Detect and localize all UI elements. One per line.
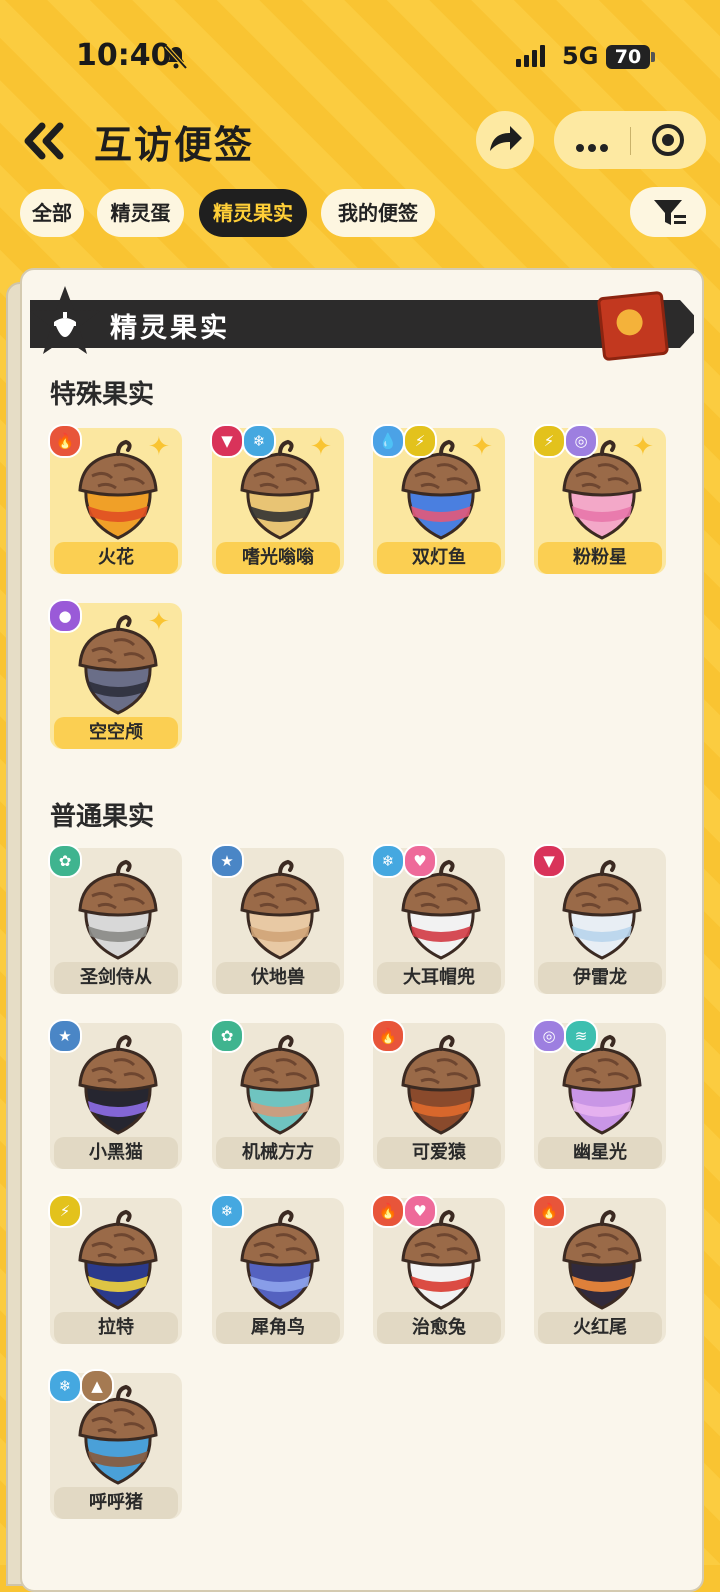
fruit-name: 可爱猿 <box>377 1137 501 1169</box>
fruit-tile[interactable]: ⚡ 拉特 <box>48 1194 182 1344</box>
acorn-icon <box>562 859 642 960</box>
fruit-name: 空空颅 <box>54 717 178 749</box>
fruit-tile[interactable]: ✦ ▼ ❄ 嗜光嗡嗡 <box>210 424 344 574</box>
earth-element-icon: ▲ <box>80 1369 114 1403</box>
electric-element-icon: ⚡ <box>532 424 566 458</box>
close-target-icon[interactable] <box>652 124 684 156</box>
fruit-name: 小黑猫 <box>54 1137 178 1169</box>
fruit-name: 圣剑侍从 <box>54 962 178 994</box>
fruit-name: 机械方方 <box>216 1137 340 1169</box>
fruit-tile[interactable]: ✿ 圣剑侍从 <box>48 844 182 994</box>
acorn-star-badge-icon <box>30 286 100 354</box>
fruit-tile[interactable]: ✦ ⚡ ◎ 粉粉星 <box>532 424 666 574</box>
status-time: 10:40 <box>76 38 172 73</box>
fruit-tile[interactable]: ◎ ≋ 幽星光 <box>532 1019 666 1169</box>
fruit-name: 幽星光 <box>538 1137 662 1169</box>
fruit-tile[interactable]: ✦ 💧 ⚡ 双灯鱼 <box>371 424 505 574</box>
normal-element-icon: ★ <box>48 1019 82 1053</box>
special-section-title: 特殊果实 <box>50 380 155 410</box>
mascot-stamp-icon <box>596 290 670 362</box>
fruit-name: 呼呼猪 <box>54 1487 178 1519</box>
fruit-tile[interactable]: ❄ 犀角鸟 <box>210 1194 344 1344</box>
ice-element-icon: ❄ <box>210 1194 244 1228</box>
fruit-tile[interactable]: 🔥 ♥ 治愈兔 <box>371 1194 505 1344</box>
fire-element-icon: 🔥 <box>371 1019 405 1053</box>
fruit-tile[interactable]: ✦ ● 空空颅 <box>48 599 182 749</box>
illusion-element-icon: ◎ <box>532 1019 566 1053</box>
acorn-icon <box>78 1209 158 1310</box>
demon-element-icon: ▼ <box>210 424 244 458</box>
network-type: 5G <box>562 42 599 70</box>
fire-element-icon: 🔥 <box>371 1194 405 1228</box>
fruit-name: 火红尾 <box>538 1312 662 1344</box>
fruit-tile[interactable]: ★ 伏地兽 <box>210 844 344 994</box>
illusion-element-icon: ◎ <box>564 424 598 458</box>
capsule-divider <box>630 127 631 155</box>
wind-element-icon: ≋ <box>564 1019 598 1053</box>
battery-icon: 70 <box>606 45 655 69</box>
filter-icon <box>654 200 686 225</box>
normal-element-icon: ★ <box>210 844 244 878</box>
banner-title: 精灵果实 <box>110 313 230 344</box>
acorn-icon <box>78 439 158 540</box>
status-bar: 10:40 5G 70 <box>0 0 720 110</box>
fruit-tile[interactable]: 🔥 可爱猿 <box>371 1019 505 1169</box>
acorn-icon <box>240 1209 320 1310</box>
fruit-name: 粉粉星 <box>538 542 662 574</box>
fruit-name: 火花 <box>54 542 178 574</box>
acorn-icon <box>562 1209 642 1310</box>
electric-element-icon: ⚡ <box>48 1194 82 1228</box>
fruit-name: 双灯鱼 <box>377 542 501 574</box>
fruit-name: 拉特 <box>54 1312 178 1344</box>
mute-bell-icon <box>164 44 188 70</box>
fruit-name: 治愈兔 <box>377 1312 501 1344</box>
fruit-card: 精灵果实 特殊果实 ✦ 🔥 火花 ✦ ▼ ❄ 嗜光嗡嗡 ✦ 💧 ⚡ 双灯鱼 ✦ ⚡ ◎ 粉粉星 ✦ ● 空空颅 普… <box>20 268 704 1592</box>
fruit-name: 嗜光嗡嗡 <box>216 542 340 574</box>
fruit-tile[interactable]: ★ 小黑猫 <box>48 1019 182 1169</box>
ghost-element-icon: ● <box>48 599 82 633</box>
fruit-tile[interactable]: ▼ 伊雷龙 <box>532 844 666 994</box>
tab-2[interactable]: 精灵蛋 <box>97 189 184 237</box>
fruit-name: 大耳帽兜 <box>377 962 501 994</box>
acorn-icon <box>78 1034 158 1135</box>
fruit-tile[interactable]: ❄ ♥ 大耳帽兜 <box>371 844 505 994</box>
electric-element-icon: ⚡ <box>403 424 437 458</box>
grass-element-icon: ✿ <box>48 844 82 878</box>
tab-4[interactable]: 我的便签 <box>321 189 435 237</box>
fruit-tile[interactable]: ✿ 机械方方 <box>210 1019 344 1169</box>
more-icon[interactable] <box>576 137 612 156</box>
section-banner: 精灵果实 <box>30 300 702 348</box>
cute-element-icon: ♥ <box>403 1194 437 1228</box>
share-button[interactable] <box>476 111 534 169</box>
fire-element-icon: 🔥 <box>532 1194 566 1228</box>
acorn-icon <box>401 1034 481 1135</box>
share-arrow-icon <box>490 126 522 151</box>
fruit-tile[interactable]: ❄ ▲ 呼呼猪 <box>48 1369 182 1519</box>
ice-element-icon: ❄ <box>371 844 405 878</box>
acorn-icon <box>240 1034 320 1135</box>
grass-element-icon: ✿ <box>210 1019 244 1053</box>
fruit-name: 伏地兽 <box>216 962 340 994</box>
acorn-icon <box>78 859 158 960</box>
ice-element-icon: ❄ <box>242 424 276 458</box>
filter-button[interactable] <box>630 187 706 237</box>
fire-element-icon: 🔥 <box>48 424 82 458</box>
page-title: 互访便签 <box>94 123 255 167</box>
tab-3[interactable]: 精灵果实 <box>199 189 307 237</box>
acorn-icon <box>240 859 320 960</box>
water-element-icon: 💧 <box>371 424 405 458</box>
ice-element-icon: ❄ <box>48 1369 82 1403</box>
fruit-tile[interactable]: 🔥 火红尾 <box>532 1194 666 1344</box>
fruit-name: 犀角鸟 <box>216 1312 340 1344</box>
fruit-name: 伊雷龙 <box>538 962 662 994</box>
normal-section-title: 普通果实 <box>50 802 155 832</box>
cute-element-icon: ♥ <box>403 844 437 878</box>
signal-icon <box>516 45 548 67</box>
tab-1[interactable]: 全部 <box>20 189 84 237</box>
demon-element-icon: ▼ <box>532 844 566 878</box>
back-icon[interactable] <box>20 118 68 164</box>
fruit-tile[interactable]: ✦ 🔥 火花 <box>48 424 182 574</box>
acorn-icon <box>78 614 158 715</box>
mini-program-capsule <box>554 111 706 169</box>
